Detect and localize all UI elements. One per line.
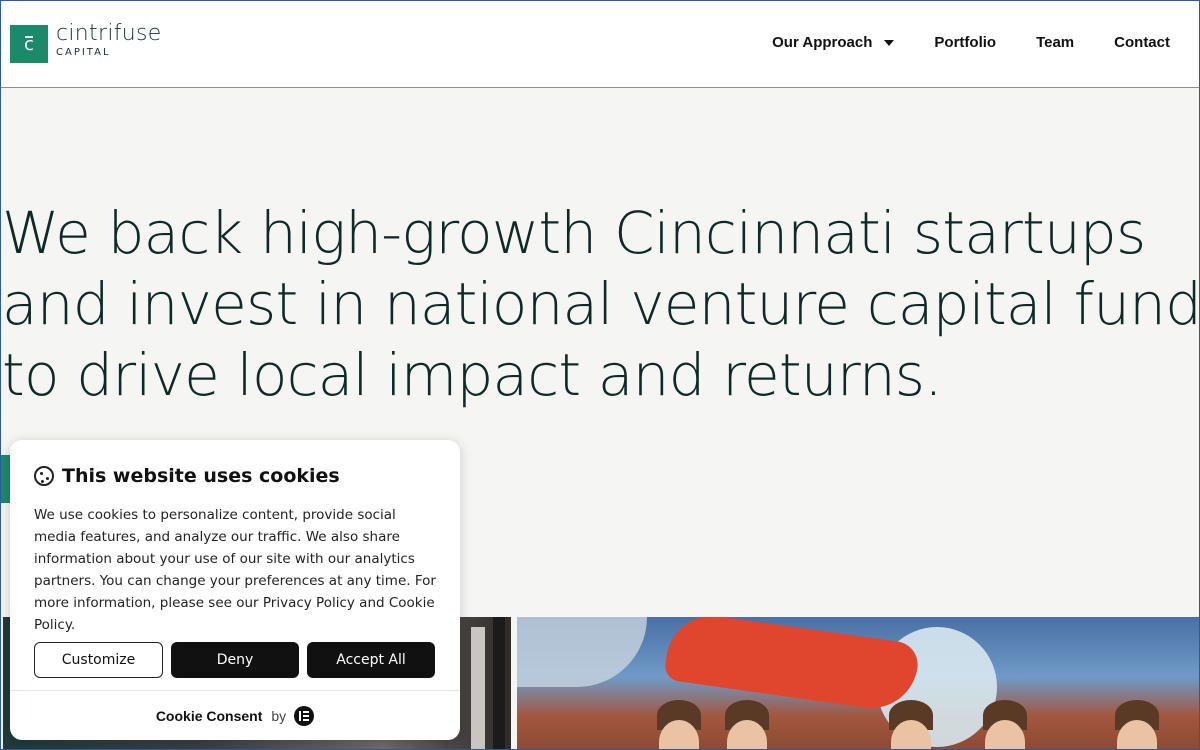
accept-all-button[interactable]: Accept All: [307, 642, 435, 678]
main-nav: Our Approach Portfolio Team Contact: [732, 34, 1170, 51]
cookie-footer-by: by: [271, 707, 287, 724]
nav-team-label: Team: [1036, 34, 1075, 51]
logo-mark-icon: c: [10, 25, 48, 63]
nav-our-approach[interactable]: Our Approach: [772, 34, 895, 51]
logo-wordmark: cintrifuse CAPITAL: [56, 21, 162, 58]
cookie-title-row: This website uses cookies: [34, 465, 340, 487]
nav-our-approach-label: Our Approach: [772, 34, 873, 51]
elementor-logo-icon[interactable]: [294, 705, 315, 726]
nav-portfolio[interactable]: Portfolio: [934, 34, 996, 51]
cookie-consent-brand[interactable]: Cookie Consent: [156, 708, 263, 724]
hero-line: and invest in national venture capital f…: [2, 270, 1200, 338]
logo-name: cintrifuse: [56, 21, 162, 46]
cookie-title: This website uses cookies: [62, 465, 340, 487]
hero-heading: We back high-growth Cincinnati startups …: [2, 198, 1200, 411]
logo-subtitle: CAPITAL: [56, 47, 111, 58]
deny-button[interactable]: Deny: [171, 642, 299, 678]
cintrifuse-logo[interactable]: c cintrifuse CAPITAL: [10, 21, 162, 63]
site-header: c cintrifuse CAPITAL Our Approach Portfo…: [0, 0, 1200, 88]
cookie-consent-dialog: This website uses cookies We use cookies…: [10, 440, 460, 740]
customize-button[interactable]: Customize: [34, 642, 163, 678]
nav-contact[interactable]: Contact: [1114, 34, 1170, 51]
cookie-icon: [34, 466, 54, 486]
nav-team[interactable]: Team: [1036, 34, 1074, 51]
caret-down-icon[interactable]: [884, 39, 895, 46]
cookie-description: We use cookies to personalize content, p…: [34, 507, 436, 633]
team-mural-photo: [517, 617, 1200, 750]
nav-contact-label: Contact: [1114, 34, 1170, 51]
photo-detail: [471, 627, 485, 750]
cookie-footer: Cookie Consent by: [10, 690, 460, 740]
hero-line: to drive local impact and returns.: [2, 341, 943, 409]
cookie-actions: Customize Deny Accept All: [34, 642, 435, 678]
photo-detail: [493, 617, 505, 750]
hero-line: We back high-growth Cincinnati startups: [2, 199, 1146, 267]
nav-portfolio-label: Portfolio: [934, 34, 997, 51]
